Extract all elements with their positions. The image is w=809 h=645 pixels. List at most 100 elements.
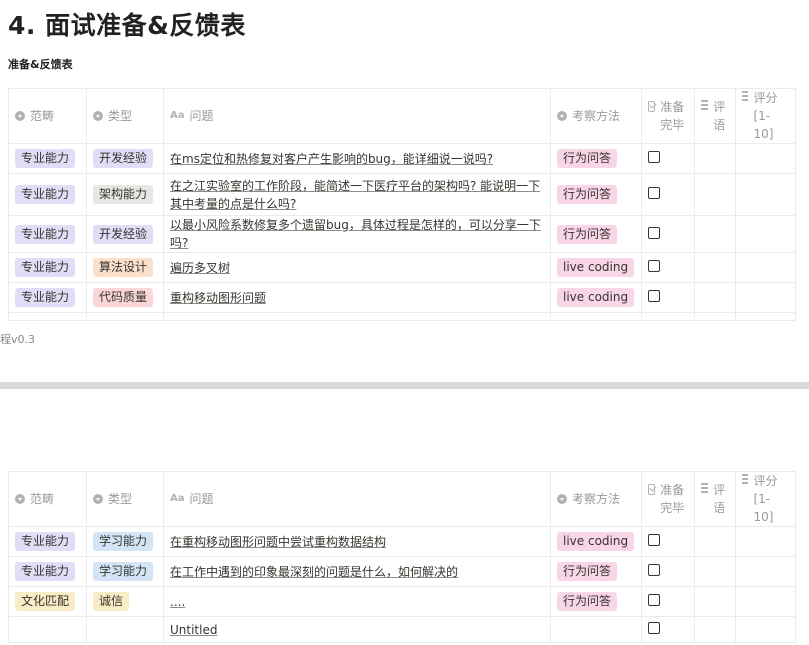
question-link[interactable]: 在之江实验室的工作阶段，能简述一下医疗平台的架构吗? 能说明一下其中考量的点是什… <box>170 179 540 211</box>
category-cell[interactable]: 专业能力 <box>8 215 87 253</box>
method-cell[interactable]: 行为问答 <box>550 173 642 216</box>
prepared-checkbox[interactable] <box>648 151 660 163</box>
question-cell[interactable]: .... <box>163 586 551 617</box>
question-cell[interactable]: 重构移动图形问题 <box>163 282 551 313</box>
table-row[interactable]: Untitled <box>8 616 797 643</box>
category-cell[interactable]: 专业能力 <box>8 526 87 557</box>
question-link[interactable]: .... <box>170 595 185 609</box>
column-header-type[interactable]: 类型 <box>86 88 164 144</box>
table-row[interactable]: 专业能力 架构能力 在之江实验室的工作阶段，能简述一下医疗平台的架构吗? 能说明一下… <box>8 173 797 216</box>
column-header-prepared[interactable]: 准备完毕 <box>641 88 695 144</box>
method-cell[interactable]: 行为问答 <box>550 215 642 253</box>
column-header-method[interactable]: 考察方法 <box>550 471 642 527</box>
prepared-checkbox[interactable] <box>648 187 660 199</box>
table-row[interactable]: 专业能力 算法设计 遍历多叉树 live coding <box>8 252 797 283</box>
column-header-question[interactable]: Aa 问题 <box>163 471 551 527</box>
score-cell[interactable] <box>735 616 797 643</box>
table-row[interactable]: 专业能力 开发经验 在ms定位和热修复对客户产生影响的bug，能详细说一说吗? 行为问… <box>8 143 797 174</box>
type-cell[interactable]: 开发经验 <box>86 215 164 253</box>
comment-cell[interactable] <box>693 616 737 643</box>
type-cell[interactable] <box>86 616 164 643</box>
score-cell[interactable] <box>735 252 797 283</box>
comment-cell[interactable] <box>693 556 737 587</box>
category-cell[interactable]: 专业能力 <box>8 143 87 174</box>
type-cell[interactable]: 代码质量 <box>86 282 164 313</box>
comment-cell[interactable] <box>693 173 737 216</box>
column-header-prepared[interactable]: 准备完毕 <box>641 471 695 527</box>
question-link[interactable]: Untitled <box>170 623 217 637</box>
table-row[interactable]: 专业能力 代码质量 重构移动图形问题 live coding <box>8 282 797 313</box>
comment-cell[interactable] <box>693 282 737 313</box>
column-header-category[interactable]: 范畴 <box>8 88 87 144</box>
comment-cell[interactable] <box>693 586 737 617</box>
score-cell[interactable] <box>735 586 797 617</box>
question-cell[interactable]: 以最小风险系数修复多个遗留bug，具体过程是怎样的，可以分享一下吗? <box>163 215 551 253</box>
column-header-method[interactable]: 考察方法 <box>550 88 642 144</box>
question-cell[interactable]: 在ms定位和热修复对客户产生影响的bug，能详细说一说吗? <box>163 143 551 174</box>
category-cell[interactable]: 专业能力 <box>8 556 87 587</box>
column-header-question[interactable]: Aa 问题 <box>163 88 551 144</box>
category-cell[interactable]: 专业能力 <box>8 173 87 216</box>
column-header-comment[interactable]: 评语 <box>693 88 737 144</box>
question-link[interactable]: 在ms定位和热修复对客户产生影响的bug，能详细说一说吗? <box>170 152 493 166</box>
select-icon <box>15 111 25 121</box>
table-row[interactable]: 专业能力 学习能力 在重构移动图形问题中尝试重构数据结构 live coding <box>8 526 797 557</box>
method-cell[interactable]: 行为问答 <box>550 586 642 617</box>
type-cell[interactable]: 开发经验 <box>86 143 164 174</box>
column-header-score[interactable]: 评分[1-10] <box>735 88 797 144</box>
question-cell[interactable]: 在之江实验室的工作阶段，能简述一下医疗平台的架构吗? 能说明一下其中考量的点是什… <box>163 173 551 216</box>
column-header-category[interactable]: 范畴 <box>8 471 87 527</box>
empty-cell <box>86 312 164 321</box>
category-cell[interactable] <box>8 616 87 643</box>
table-row[interactable]: 专业能力 开发经验 以最小风险系数修复多个遗留bug，具体过程是怎样的，可以分享一下… <box>8 215 797 253</box>
comment-cell[interactable] <box>693 215 737 253</box>
question-cell[interactable]: 遍历多叉树 <box>163 252 551 283</box>
question-link[interactable]: 遍历多叉树 <box>170 261 230 275</box>
type-cell[interactable]: 架构能力 <box>86 173 164 216</box>
method-cell[interactable]: live coding <box>550 252 642 283</box>
prepared-checkbox[interactable] <box>648 534 660 546</box>
category-cell[interactable]: 文化匹配 <box>8 586 87 617</box>
category-cell[interactable]: 专业能力 <box>8 282 87 313</box>
question-link[interactable]: 在重构移动图形问题中尝试重构数据结构 <box>170 535 386 549</box>
question-link[interactable]: 重构移动图形问题 <box>170 291 266 305</box>
method-cell[interactable] <box>550 616 642 643</box>
score-cell[interactable] <box>735 526 797 557</box>
type-cell[interactable]: 诚信 <box>86 586 164 617</box>
question-cell[interactable]: 在重构移动图形问题中尝试重构数据结构 <box>163 526 551 557</box>
score-cell[interactable] <box>735 215 797 253</box>
prepared-checkbox[interactable] <box>648 290 660 302</box>
method-cell[interactable]: live coding <box>550 526 642 557</box>
prepared-checkbox[interactable] <box>648 564 660 576</box>
column-header-type[interactable]: 类型 <box>86 471 164 527</box>
comment-cell[interactable] <box>693 252 737 283</box>
question-link[interactable]: 在工作中遇到的印象最深刻的问题是什么，如何解决的 <box>170 565 458 579</box>
column-header-comment[interactable]: 评语 <box>693 471 737 527</box>
version-text: 程v0.3 <box>0 333 36 346</box>
type-cell[interactable]: 学习能力 <box>86 526 164 557</box>
category-cell[interactable]: 专业能力 <box>8 252 87 283</box>
table-row[interactable]: 专业能力 学习能力 在工作中遇到的印象最深刻的问题是什么，如何解决的 行为问答 <box>8 556 797 587</box>
prepared-checkbox[interactable] <box>648 260 660 272</box>
prepared-checkbox[interactable] <box>648 226 660 239</box>
table-row[interactable]: 文化匹配 诚信.... 行为问答 <box>8 586 797 617</box>
score-cell[interactable] <box>735 173 797 216</box>
score-cell[interactable] <box>735 143 797 174</box>
score-cell[interactable] <box>735 556 797 587</box>
column-header-score[interactable]: 评分[1-10] <box>735 471 797 527</box>
method-cell[interactable]: 行为问答 <box>550 143 642 174</box>
question-link[interactable]: 以最小风险系数修复多个遗留bug，具体过程是怎样的，可以分享一下吗? <box>170 218 541 250</box>
prepared-checkbox[interactable] <box>648 622 660 634</box>
comment-cell[interactable] <box>693 143 737 174</box>
empty-cell <box>693 312 737 321</box>
prepared-checkbox[interactable] <box>648 594 660 606</box>
type-cell[interactable]: 算法设计 <box>86 252 164 283</box>
method-cell[interactable]: live coding <box>550 282 642 313</box>
score-cell[interactable] <box>735 282 797 313</box>
question-cell[interactable]: 在工作中遇到的印象最深刻的问题是什么，如何解决的 <box>163 556 551 587</box>
question-cell[interactable]: Untitled <box>163 616 551 643</box>
page-title: 4. 面试准备&反馈表 <box>8 11 246 40</box>
type-cell[interactable]: 学习能力 <box>86 556 164 587</box>
method-cell[interactable]: 行为问答 <box>550 556 642 587</box>
comment-cell[interactable] <box>693 526 737 557</box>
